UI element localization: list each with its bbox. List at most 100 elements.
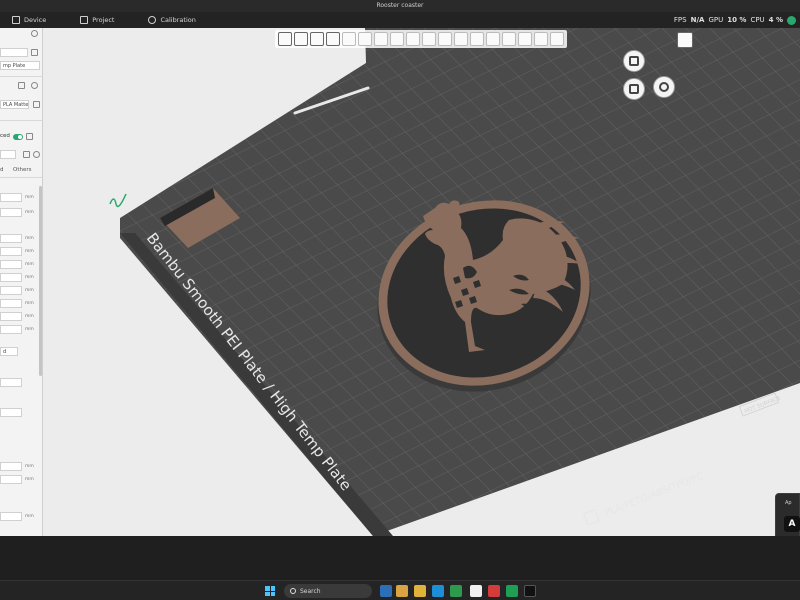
unit-label: mm (25, 236, 34, 241)
param-input[interactable] (0, 512, 22, 521)
printer-select[interactable] (0, 48, 28, 57)
plate-layout-icon[interactable] (326, 32, 340, 46)
top-toolbar: Device Project Calibration FPS N/A GPU 1… (0, 12, 800, 28)
param-input[interactable] (0, 299, 22, 308)
search-icon[interactable] (33, 151, 40, 158)
taskbar-search-placeholder: Search (300, 587, 321, 595)
sync-icon[interactable] (18, 82, 25, 89)
add-cube-icon[interactable] (278, 32, 292, 46)
param-input[interactable] (0, 247, 22, 256)
plate-type-select[interactable]: mp Plate (0, 61, 40, 70)
param-input[interactable] (0, 475, 22, 484)
device-icon (12, 16, 20, 24)
fps-value: N/A (690, 16, 705, 24)
store-icon[interactable] (450, 585, 462, 597)
tab-project-label: Project (92, 16, 115, 24)
param-input[interactable] (0, 462, 22, 471)
param-input[interactable] (0, 286, 22, 295)
project-icon (80, 16, 89, 24)
plate-settings-button[interactable] (623, 50, 645, 72)
arrange-grid-icon[interactable] (294, 32, 308, 46)
3d-viewport[interactable]: Bambu Smooth PEI Plate / High Temp Plate… (43, 28, 800, 536)
unit-label: mm (25, 514, 34, 519)
param-input[interactable] (0, 273, 22, 282)
settings-gear-icon[interactable] (31, 30, 38, 37)
sidebar-scrollbar[interactable] (39, 186, 42, 376)
scale-icon[interactable] (438, 32, 452, 46)
tab-device-label: Device (24, 16, 47, 24)
seam-paint-icon[interactable] (486, 32, 500, 46)
support-paint-icon[interactable] (470, 32, 484, 46)
assembly-icon[interactable] (534, 32, 548, 46)
gpu-label: GPU (708, 16, 724, 24)
search-settings-input[interactable] (0, 150, 16, 159)
tab-project[interactable]: Project (80, 16, 114, 24)
move-icon[interactable] (406, 32, 420, 46)
advanced-toggle[interactable] (13, 134, 23, 140)
layers-icon[interactable] (390, 32, 404, 46)
build-plate-scene: Bambu Smooth PEI Plate / High Temp Plate… (109, 28, 800, 536)
unit-label: mm (25, 314, 34, 319)
auto-orient-button[interactable] (653, 76, 675, 98)
copilot-icon[interactable] (396, 585, 408, 597)
param-input[interactable] (0, 234, 22, 243)
unit-label: mm (25, 275, 34, 280)
filament-select[interactable]: PLA Matte (0, 100, 29, 109)
task-view-icon[interactable] (380, 585, 392, 597)
unit-label: mm (25, 210, 34, 215)
plate-material-label: PLA/PETG/ABS/TPU/PC (603, 471, 705, 519)
performance-stats: FPS N/A GPU 10 % CPU 4 % (674, 12, 800, 28)
text-tool-icon[interactable] (502, 32, 516, 46)
file-explorer-icon[interactable] (414, 585, 426, 597)
windows-taskbar: Search (0, 580, 800, 600)
edit-icon[interactable] (31, 49, 38, 56)
folder-icon[interactable] (23, 151, 30, 158)
orient-icon[interactable] (310, 32, 324, 46)
split-icon[interactable] (374, 32, 388, 46)
param-input[interactable] (0, 312, 22, 321)
tab-device[interactable]: Device (12, 16, 46, 24)
copy-icon[interactable] (342, 32, 356, 46)
compare-icon[interactable] (26, 133, 33, 140)
edge-browser-icon[interactable] (432, 585, 444, 597)
plate-icon (629, 56, 639, 66)
unit-label: mm (25, 249, 34, 254)
bambu-studio-icon[interactable] (524, 585, 536, 597)
param-input[interactable] (0, 325, 22, 334)
tab-partial[interactable]: d (0, 167, 4, 173)
notification-title: Ap (785, 500, 792, 506)
settings-sidebar: mp Plate PLA Matte ced d Others mm mm mm… (0, 28, 43, 536)
view-toggle-icon[interactable] (677, 32, 693, 48)
taskbar-search[interactable]: Search (284, 584, 372, 598)
filament-edit-icon[interactable] (33, 101, 40, 108)
advanced-label: ced (0, 133, 10, 139)
lock-plate-button[interactable] (623, 78, 645, 100)
rotate-icon[interactable] (422, 32, 436, 46)
unit-label: mm (25, 301, 34, 306)
tab-calibration[interactable]: Calibration (148, 16, 196, 24)
param-input[interactable] (0, 408, 22, 417)
unit-label: mm (25, 327, 34, 332)
plate-marker-icon (583, 508, 600, 526)
document-app-icon[interactable] (470, 585, 482, 597)
param-input[interactable] (0, 260, 22, 269)
spreadsheet-app-icon[interactable] (506, 585, 518, 597)
tab-others[interactable]: Others (13, 167, 31, 173)
fps-label: FPS (673, 16, 687, 24)
filament-settings-icon[interactable] (31, 82, 38, 89)
param-input[interactable] (0, 193, 22, 202)
dropdown-select[interactable] (0, 378, 22, 387)
paste-icon[interactable] (358, 32, 372, 46)
start-button-icon[interactable] (265, 586, 275, 596)
canvas-toolbar (275, 30, 567, 48)
fit-view-icon[interactable] (550, 32, 564, 46)
pdf-app-icon[interactable] (488, 585, 500, 597)
measure-icon[interactable] (518, 32, 532, 46)
cut-icon[interactable] (454, 32, 468, 46)
lock-icon (629, 84, 639, 94)
tab-calibration-label: Calibration (160, 16, 196, 24)
cpu-value: 4 % (768, 16, 783, 24)
misc-select[interactable]: d (0, 347, 18, 356)
param-input[interactable] (0, 208, 22, 217)
desktop-background (0, 536, 800, 580)
